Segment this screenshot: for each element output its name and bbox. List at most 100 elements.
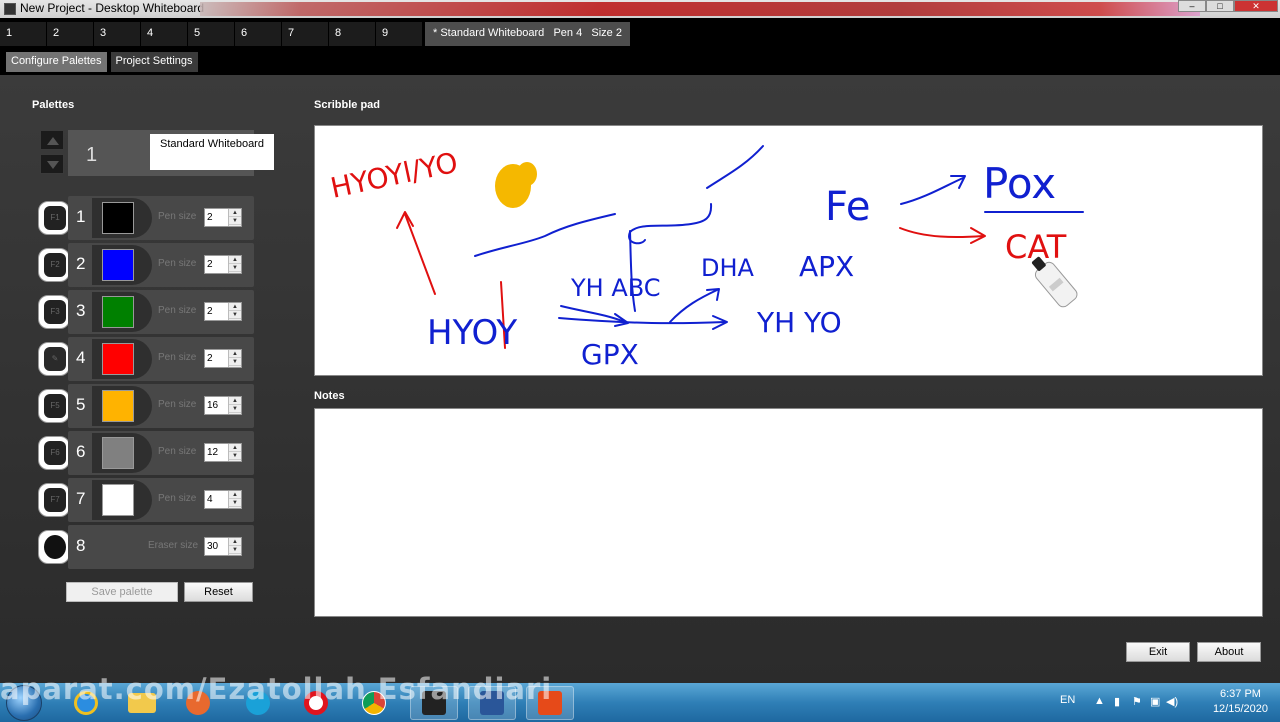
tab-4[interactable]: 4 bbox=[141, 22, 188, 46]
scribble-text-yh-yo: YH YO bbox=[756, 306, 842, 339]
tab-3[interactable]: 3 bbox=[94, 22, 141, 46]
f7-key-label: F7 bbox=[44, 488, 66, 512]
palette-number-box: 1 Standard Whiteboard bbox=[68, 130, 274, 176]
scribble-text-yh-abc: YH ABC bbox=[570, 274, 661, 302]
palette-selector: 1 Standard Whiteboard bbox=[40, 130, 274, 176]
scribble-text-dha: DHA bbox=[701, 254, 755, 282]
pen-number: 8 bbox=[76, 536, 86, 555]
eraser-icon bbox=[44, 535, 66, 559]
pen-number: 5 bbox=[76, 395, 86, 414]
pen-size-label: Pen size bbox=[158, 211, 197, 222]
clock-date: 12/15/2020 bbox=[1212, 703, 1268, 715]
signal-icon[interactable]: ▮ bbox=[1114, 695, 1120, 708]
tab-8[interactable]: 8 bbox=[329, 22, 376, 46]
tab-1[interactable]: 1 bbox=[0, 22, 47, 46]
pen-number: 3 bbox=[76, 301, 86, 320]
f6-key[interactable]: F6 bbox=[38, 436, 70, 470]
watermark: aparat.com/Ezatollah Esfandiari bbox=[0, 672, 553, 706]
close-button[interactable]: ✕ bbox=[1234, 0, 1278, 12]
notes-textarea[interactable] bbox=[314, 408, 1263, 617]
pen-number: 7 bbox=[76, 489, 86, 508]
arrow-up-icon bbox=[47, 137, 59, 145]
f6-key-label: F6 bbox=[44, 441, 66, 465]
pen-row-2: F2 2 Pen size 2 ▲ ▼ bbox=[38, 243, 254, 287]
f2-key-label: F2 bbox=[44, 253, 66, 277]
pen-size-stepper[interactable]: 2 ▲ ▼ bbox=[204, 208, 242, 227]
f1-key[interactable]: F1 bbox=[38, 201, 70, 235]
scribble-text-fe: Fe bbox=[825, 184, 870, 230]
pen-size-label: Pen size bbox=[158, 446, 197, 457]
pen-size-label: Pen size bbox=[158, 399, 197, 410]
about-button[interactable]: About bbox=[1197, 642, 1261, 662]
tab-configure-palettes[interactable]: Configure Palettes bbox=[6, 52, 107, 72]
f2-key[interactable]: F2 bbox=[38, 248, 70, 282]
palette-name-field[interactable]: Standard Whiteboard bbox=[150, 134, 274, 170]
pen-size-stepper[interactable]: 4 ▲ ▼ bbox=[204, 490, 242, 509]
maximize-button[interactable]: □ bbox=[1206, 0, 1234, 12]
tab-2[interactable]: 2 bbox=[47, 22, 94, 46]
palette-down-button[interactable] bbox=[40, 154, 64, 174]
language-indicator[interactable]: EN bbox=[1060, 694, 1075, 706]
scribble-text-hydyl: HYOYl/YO bbox=[328, 146, 461, 205]
reset-button[interactable]: Reset bbox=[184, 582, 253, 602]
board-tabs: 1 2 3 4 5 6 7 8 9 * Standard Whiteboard … bbox=[0, 22, 630, 46]
pen-row-7: F7 7 Pen size 4 ▲ ▼ bbox=[38, 478, 254, 522]
pen-color-swatch[interactable] bbox=[102, 296, 134, 328]
f8-key[interactable] bbox=[38, 530, 70, 564]
pen-cursor-icon: ✎ bbox=[44, 347, 66, 371]
tab-7[interactable]: 7 bbox=[282, 22, 329, 46]
f4-key[interactable]: ✎ bbox=[38, 342, 70, 376]
window-title: New Project - Desktop Whiteboard bbox=[20, 1, 205, 15]
f3-key[interactable]: F3 bbox=[38, 295, 70, 329]
pen-color-swatch[interactable] bbox=[102, 249, 134, 281]
eraser-size-stepper[interactable]: 30 ▲ ▼ bbox=[204, 537, 242, 556]
pen-number: 2 bbox=[76, 254, 86, 273]
pen-color-swatch[interactable] bbox=[102, 202, 134, 234]
f5-key-label: F5 bbox=[44, 394, 66, 418]
pen-size-stepper[interactable]: 12 ▲ ▼ bbox=[204, 443, 242, 462]
f7-key[interactable]: F7 bbox=[38, 483, 70, 517]
scribble-text-gpx: GPX bbox=[581, 338, 639, 371]
volume-icon[interactable]: ◀) bbox=[1166, 695, 1178, 708]
pen-size-stepper[interactable]: 2 ▲ ▼ bbox=[204, 349, 242, 368]
pen-color-swatch[interactable] bbox=[102, 437, 134, 469]
eraser-size-label: Eraser size bbox=[148, 540, 199, 551]
flag-icon[interactable]: ⚑ bbox=[1132, 695, 1142, 708]
f5-key[interactable]: F5 bbox=[38, 389, 70, 423]
scribble-pad[interactable]: HYOYl/YO HYOY YH ABC DHA APX YH YO GPX F… bbox=[314, 125, 1263, 376]
network-icon[interactable]: ▣ bbox=[1150, 695, 1160, 708]
system-tray: EN ▲ ▮ ⚑ ▣ ◀) 6:37 PM 12/15/2020 bbox=[1060, 683, 1280, 722]
pen-row-6: F6 6 Pen size 12 ▲ ▼ bbox=[38, 431, 254, 475]
pen-size-stepper[interactable]: 2 ▲ ▼ bbox=[204, 255, 242, 274]
exit-button[interactable]: Exit bbox=[1126, 642, 1190, 662]
background-window-strip bbox=[200, 2, 1200, 16]
minimize-button[interactable]: – bbox=[1178, 0, 1206, 12]
pen-number: 6 bbox=[76, 442, 86, 461]
pen-color-swatch[interactable] bbox=[102, 343, 134, 375]
palette-number: 1 bbox=[86, 144, 98, 166]
scribble-text-apx: APX bbox=[799, 250, 854, 283]
tab-5[interactable]: 5 bbox=[188, 22, 235, 46]
tab-project-settings[interactable]: Project Settings bbox=[110, 52, 198, 72]
save-palette-button[interactable]: Save palette bbox=[66, 582, 178, 602]
show-hidden-icons-icon[interactable]: ▲ bbox=[1094, 695, 1105, 707]
pen-size-stepper[interactable]: 2 ▲ ▼ bbox=[204, 302, 242, 321]
palette-up-button[interactable] bbox=[40, 130, 64, 150]
pen-row-3: F3 3 Pen size 2 ▲ ▼ bbox=[38, 290, 254, 334]
pen-row-5: F5 5 Pen size 16 ▲ ▼ bbox=[38, 384, 254, 428]
clock-time: 6:37 PM bbox=[1219, 688, 1261, 700]
tab-6[interactable]: 6 bbox=[235, 22, 282, 46]
scribble-text-pox: Pox bbox=[983, 159, 1056, 208]
tab-current-board[interactable]: * Standard Whiteboard Pen 4 Size 2 bbox=[425, 22, 630, 46]
pen-color-swatch[interactable] bbox=[102, 484, 134, 516]
eraser-row: 8 Eraser size 30 ▲ ▼ bbox=[38, 525, 254, 569]
pen-size-stepper[interactable]: 16 ▲ ▼ bbox=[204, 396, 242, 415]
pen-size-label: Pen size bbox=[158, 305, 197, 316]
clock[interactable]: 6:37 PM 12/15/2020 bbox=[1213, 687, 1268, 717]
tab-9[interactable]: 9 bbox=[376, 22, 423, 46]
notes-heading: Notes bbox=[314, 390, 345, 402]
app-icon bbox=[4, 3, 16, 15]
pen-row-4: ✎ 4 Pen size 2 ▲ ▼ bbox=[38, 337, 254, 381]
pen-color-swatch[interactable] bbox=[102, 390, 134, 422]
scribble-heading: Scribble pad bbox=[314, 99, 381, 111]
